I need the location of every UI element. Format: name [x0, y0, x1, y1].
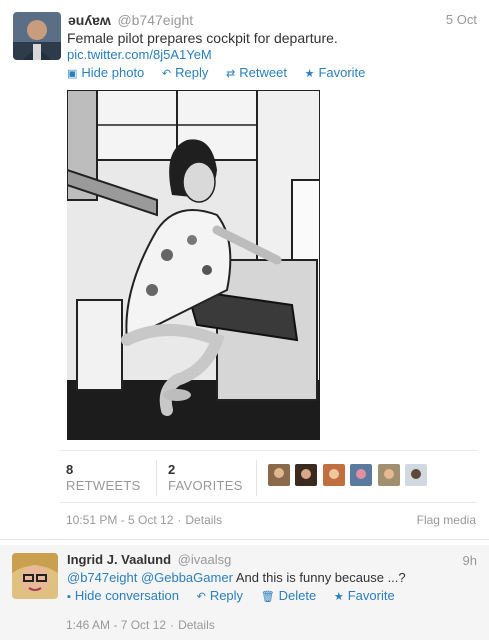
delete-label: Delete — [278, 588, 317, 603]
author-avatar[interactable] — [13, 12, 61, 60]
hide-conversation-label: Hide conversation — [74, 588, 179, 603]
reply-text: @b747eight @GebbaGamer And this is funny… — [67, 570, 406, 585]
user-avatar[interactable] — [350, 464, 372, 486]
favorites-stat[interactable]: 2 FAVORITES — [168, 462, 243, 493]
stat-divider — [256, 460, 257, 496]
details-link[interactable]: Details — [185, 513, 222, 527]
reply-datetime[interactable]: 1:46 AM - 7 Oct 12 — [66, 618, 166, 632]
reply-footer: 1:46 AM - 7 Oct 12 · Details — [66, 618, 215, 632]
reply-icon: ↶ — [196, 591, 206, 603]
tweet-text: Female pilot prepares cockpit for depart… — [67, 30, 338, 46]
mention-link[interactable]: @GebbaGamer — [141, 570, 233, 585]
reply-label: Reply — [209, 588, 244, 603]
favorites-label: FAVORITES — [168, 478, 243, 493]
flag-media-link[interactable]: Flag media — [417, 513, 476, 527]
star-icon: ★ — [304, 68, 315, 80]
retweets-count: 8 — [66, 462, 74, 477]
hide-conversation-button[interactable]: ▪ Hide conversation — [67, 588, 179, 603]
tweet-header: ǝuʎɐʍ @b747eight 5 Oct — [68, 12, 477, 30]
reply-icon: ↶ — [161, 68, 172, 80]
reply-button[interactable]: ↶ Reply — [162, 65, 208, 80]
favorite-label: Favorite — [347, 588, 395, 603]
details-link[interactable]: Details — [178, 618, 215, 632]
tweet-footer: 10:51 PM - 5 Oct 12 · Details — [66, 513, 223, 527]
author-handle[interactable]: @b747eight — [117, 12, 193, 28]
tweet-photo[interactable] — [67, 90, 320, 440]
retweet-label: Retweet — [239, 65, 287, 80]
author-name[interactable]: ǝuʎɐʍ — [68, 12, 111, 28]
reply-author-avatar[interactable] — [12, 553, 58, 599]
tweet: ǝuʎɐʍ @b747eight 5 Oct Female pilot prep… — [0, 0, 489, 540]
reply-actions: ▪ Hide conversation ↶ Reply 🗑 Delete ★ Favor… — [67, 588, 409, 603]
stat-divider — [156, 460, 157, 496]
retweet-button[interactable]: ⇄ Retweet — [226, 65, 287, 80]
divider — [60, 502, 477, 503]
mention-link[interactable]: @b747eight — [67, 570, 137, 585]
hide-photo-label: Hide photo — [81, 65, 145, 80]
divider — [60, 450, 477, 451]
user-avatar[interactable] — [405, 464, 427, 486]
hide-photo-button[interactable]: ▣ Hide photo — [67, 65, 144, 80]
reply-author-name[interactable]: Ingrid J. Vaalund — [67, 552, 171, 567]
tweet-actions: ▣ Hide photo ↶ Reply ⇄ Retweet ★ Favorite — [67, 65, 379, 80]
favorite-button[interactable]: ★ Favorite — [334, 588, 395, 603]
trash-icon: 🗑 — [260, 591, 275, 603]
user-avatar[interactable] — [295, 464, 317, 486]
reply-header: Ingrid J. Vaalund @ivaalsg — [67, 552, 231, 567]
retweets-stat[interactable]: 8 RETWEETS — [66, 462, 141, 493]
star-icon: ★ — [333, 591, 344, 603]
retweets-label: RETWEETS — [66, 478, 141, 493]
reply-body: And this is funny because ...? — [235, 570, 406, 585]
reply-label: Reply — [175, 65, 209, 80]
reply-author-handle[interactable]: @ivaalsg — [178, 552, 232, 567]
photo-icon: ▣ — [67, 68, 78, 80]
photo-link[interactable]: pic.twitter.com/8j5A1YeM — [67, 47, 212, 62]
user-avatar[interactable] — [378, 464, 400, 486]
reply-timestamp[interactable]: 9h — [463, 553, 477, 568]
favorites-count: 2 — [168, 462, 176, 477]
conversation-icon: ▪ — [67, 591, 71, 603]
user-avatar[interactable] — [323, 464, 345, 486]
delete-button[interactable]: 🗑 Delete — [261, 588, 317, 603]
favorite-label: Favorite — [318, 65, 366, 80]
tweet-timestamp[interactable]: 5 Oct — [446, 12, 477, 27]
tweet-datetime[interactable]: 10:51 PM - 5 Oct 12 — [66, 513, 173, 527]
retweet-icon: ⇄ — [226, 68, 236, 80]
favorite-button[interactable]: ★ Favorite — [305, 65, 366, 80]
user-avatar[interactable] — [268, 464, 290, 486]
reply-button[interactable]: ↶ Reply — [197, 588, 243, 603]
